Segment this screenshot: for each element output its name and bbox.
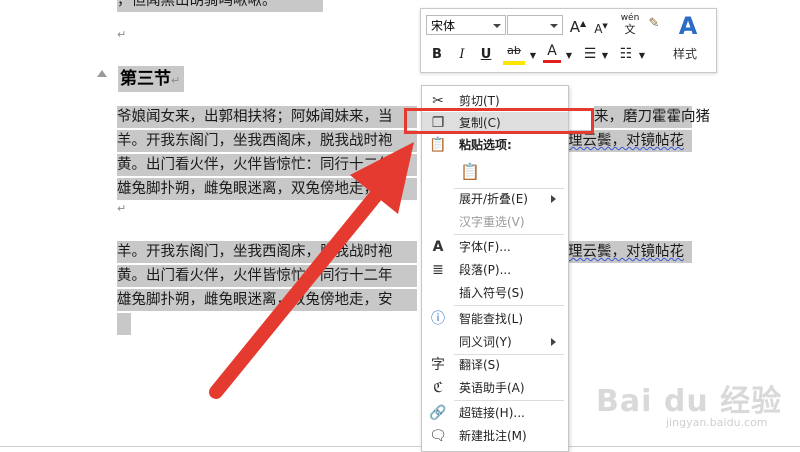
watermark-brand: Bai du 经验 xyxy=(596,384,783,419)
watermark-url: jingyan.baidu.com xyxy=(666,416,768,429)
arrow-head xyxy=(350,142,414,214)
watermark: Bai du 经验 jingyan.baidu.com xyxy=(596,376,796,436)
arrow-shaft xyxy=(209,181,389,399)
